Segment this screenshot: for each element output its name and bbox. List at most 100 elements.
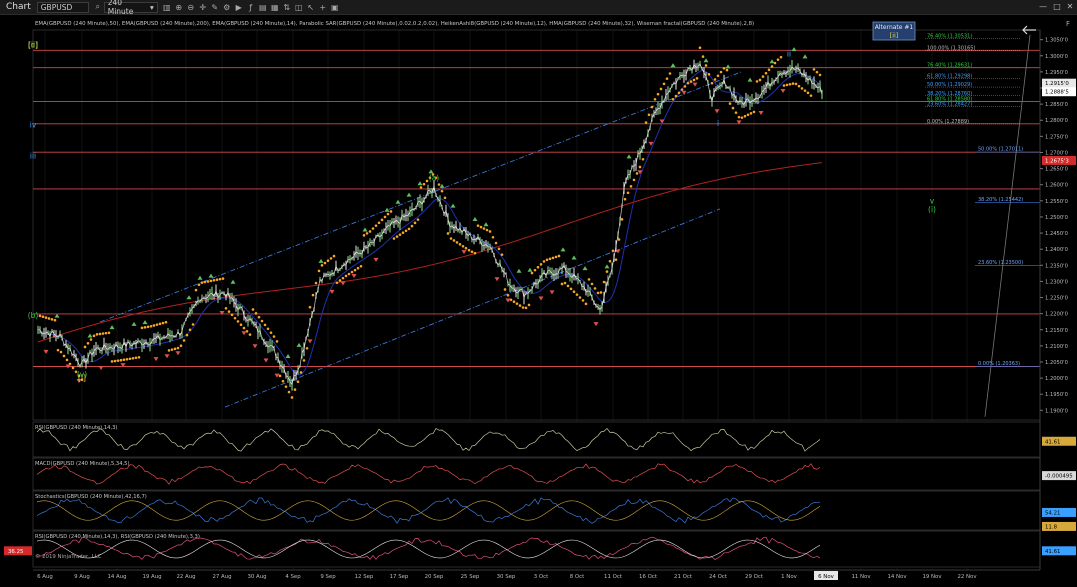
sar-dot bbox=[512, 300, 516, 304]
crosshair-icon[interactable]: ✛ bbox=[197, 2, 209, 13]
time-tick-label: 29 Oct bbox=[745, 574, 763, 580]
rsi-panel-frame bbox=[32, 421, 1041, 458]
sar-dot bbox=[161, 321, 165, 325]
sar-dot bbox=[182, 339, 186, 342]
sar-dot bbox=[461, 244, 465, 248]
sar-dot bbox=[65, 358, 69, 362]
price-tick-label: 1.2950'0 bbox=[1045, 70, 1068, 76]
sar-dot bbox=[590, 282, 594, 286]
templates-icon[interactable]: ▤ bbox=[257, 2, 269, 13]
fib-level-label: 61.80% (1.29298) bbox=[927, 73, 972, 79]
stochastics-panel-value: 54.21 bbox=[1045, 510, 1060, 516]
sar-dot bbox=[608, 259, 612, 263]
sar-dot bbox=[413, 221, 417, 225]
close-button[interactable]: ✕ bbox=[1063, 1, 1077, 12]
sar-dot bbox=[587, 278, 591, 281]
sar-dot bbox=[716, 74, 720, 78]
price-tick-label: 1.2000'0 bbox=[1045, 376, 1068, 382]
sar-dot bbox=[497, 247, 501, 251]
sar-dot bbox=[293, 388, 297, 391]
sar-dot bbox=[179, 344, 183, 348]
sar-dot bbox=[62, 354, 66, 358]
indicators-icon[interactable]: ƒ bbox=[245, 2, 257, 13]
sar-dot bbox=[239, 323, 243, 327]
timeframe-selector[interactable]: 240 Minute ▾ bbox=[103, 0, 158, 16]
sar-dot bbox=[803, 89, 807, 92]
sar-dot bbox=[86, 341, 90, 345]
sar-dot bbox=[698, 46, 702, 50]
sar-dot bbox=[44, 316, 48, 319]
window-title: Chart bbox=[6, 2, 31, 12]
plus-icon[interactable]: + bbox=[317, 2, 329, 13]
chart-area[interactable]: RSI(GBPUSD (240 Minute),14,3) 41.61 MACD(G… bbox=[0, 15, 1077, 583]
sar-dot bbox=[377, 221, 381, 225]
properties-icon[interactable]: ⚙ bbox=[221, 2, 233, 13]
sar-dot bbox=[659, 87, 663, 91]
draw-tools-icon[interactable]: ✎ bbox=[209, 2, 221, 13]
chart-canvas[interactable]: RSI(GBPUSD (240 Minute),14,3) 41.61 MACD(G… bbox=[0, 15, 1077, 583]
rsi-panel-value: 41.61 bbox=[1045, 439, 1060, 445]
macd-panel-legend: MACD(GBPUSD (240 Minute),5,34,5) bbox=[35, 461, 130, 467]
sar-dot bbox=[722, 67, 726, 70]
search-icon[interactable]: ⌕ bbox=[92, 2, 104, 13]
sar-dot bbox=[206, 280, 210, 283]
sar-dot bbox=[806, 91, 810, 95]
alternate-box[interactable]: Alternate #1 [ii] bbox=[872, 21, 916, 41]
show-trades-icon[interactable]: ⇅ bbox=[281, 2, 293, 13]
maximize-button[interactable]: □ bbox=[1050, 1, 1064, 12]
tile-icon[interactable]: ▣ bbox=[329, 2, 341, 13]
sar-dot bbox=[302, 359, 306, 362]
sar-dot bbox=[155, 323, 159, 326]
strategy-icon[interactable]: ▶ bbox=[233, 2, 245, 13]
minimize-button[interactable]: — bbox=[1036, 1, 1050, 12]
stochastics-panel-legend: Stochastics(GBPUSD (240 Minute),42,16,7) bbox=[35, 494, 147, 500]
sar-dot bbox=[158, 322, 162, 326]
sar-dot bbox=[680, 88, 684, 91]
time-tick-label: 14 Nov bbox=[887, 574, 907, 580]
fib-level-label: 50.00% (1.29029) bbox=[927, 82, 972, 88]
sar-dot bbox=[398, 233, 402, 236]
sar-dot bbox=[458, 243, 462, 246]
sar-dot bbox=[56, 348, 60, 352]
sar-dot bbox=[263, 323, 267, 327]
price-tick-label: 1.2350'0 bbox=[1045, 263, 1068, 269]
time-tick-label: 9 Aug bbox=[74, 574, 90, 580]
sar-dot bbox=[197, 283, 201, 287]
sar-dot bbox=[326, 259, 330, 263]
sar-dot bbox=[650, 105, 654, 109]
sar-dot bbox=[620, 218, 624, 221]
sar-dot bbox=[599, 291, 603, 294]
sar-dot bbox=[215, 278, 219, 282]
sar-dot bbox=[350, 270, 354, 274]
sar-dot bbox=[449, 237, 453, 240]
sar-dot bbox=[248, 333, 252, 336]
sar-dot bbox=[485, 228, 489, 232]
wave-label: iii bbox=[30, 152, 36, 161]
snapshot-icon[interactable]: ◫ bbox=[293, 2, 305, 13]
sar-dot bbox=[602, 280, 606, 284]
sar-dot bbox=[530, 271, 534, 275]
price-tick-label: 1.2250'0 bbox=[1045, 296, 1068, 302]
data-box-icon[interactable]: ▦ bbox=[269, 2, 281, 13]
fib-level-label: 0.00% (1.27889) bbox=[927, 119, 969, 125]
sar-dot bbox=[644, 121, 648, 124]
chart-type-icon[interactable]: ▥ bbox=[161, 2, 173, 13]
sar-dot bbox=[287, 390, 291, 394]
sar-dot bbox=[473, 251, 477, 255]
sar-dot bbox=[566, 284, 570, 288]
sar-dot bbox=[572, 290, 576, 294]
time-tick-label: 30 Sep bbox=[497, 574, 516, 580]
time-tick-label: 14 Aug bbox=[107, 574, 126, 580]
zoom-out-icon[interactable]: ⊖ bbox=[185, 2, 197, 13]
sar-dot bbox=[635, 172, 639, 175]
sar-dot bbox=[209, 279, 213, 283]
time-tick-label: 20 Sep bbox=[425, 574, 444, 580]
sar-dot bbox=[98, 332, 102, 336]
toolbar: ▥ ⊕ ⊖ ✛ ✎ ⚙ ▶ ƒ ▤ ▦ ⇅ ◫ ↖ + ▣ bbox=[161, 2, 341, 13]
sar-dot bbox=[605, 270, 609, 273]
arrow-tools-icon[interactable]: ↖ bbox=[305, 2, 317, 13]
title-bar: Chart GBPUSD ⌕ 240 Minute ▾ ▥ ⊕ ⊖ ✛ ✎ ⚙ ▶ ƒ ▤ ▦ ⇅ ◫… bbox=[0, 0, 1077, 16]
instrument-selector[interactable]: GBPUSD bbox=[36, 1, 89, 13]
fib-indicator-icon[interactable]: F bbox=[1066, 20, 1070, 28]
zoom-in-icon[interactable]: ⊕ bbox=[173, 2, 185, 13]
